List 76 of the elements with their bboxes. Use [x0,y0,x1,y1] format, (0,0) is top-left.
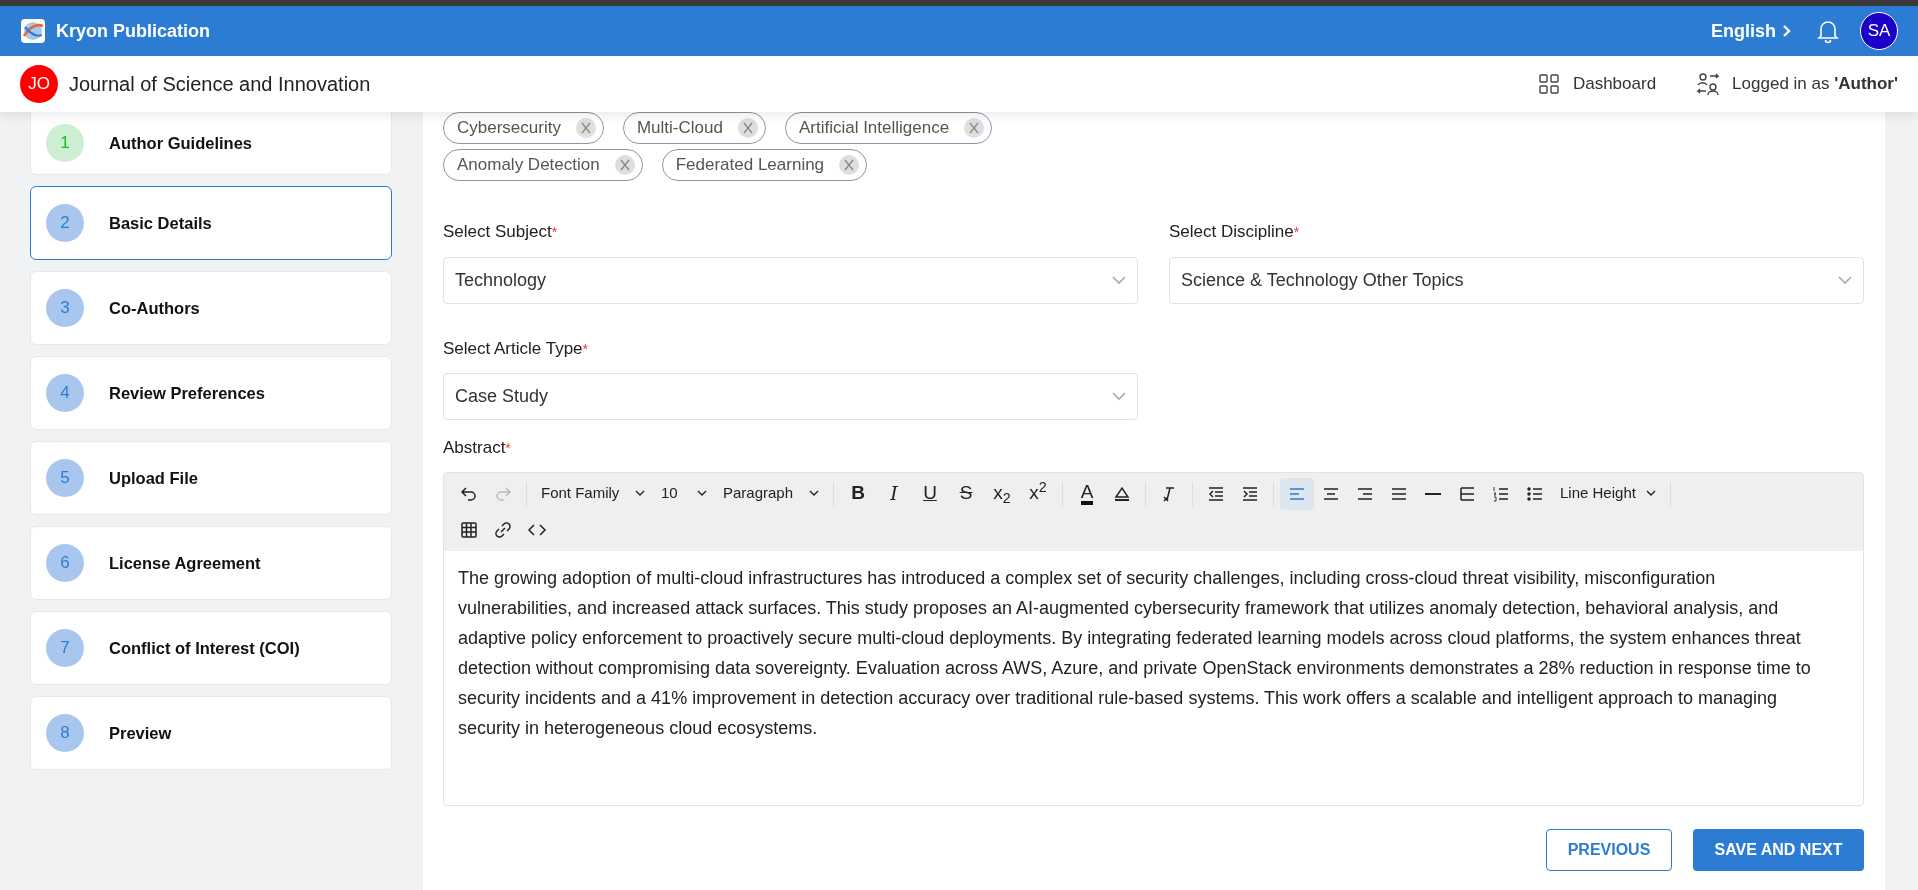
chevron-down-icon [1838,275,1852,285]
remove-tag-icon[interactable] [574,117,597,139]
font-family-dropdown[interactable]: Font Family [533,477,653,510]
user-avatar[interactable]: SA [1860,12,1898,50]
superscript-button[interactable]: x$^{2}$ [1020,477,1056,510]
step-label: Review Preferences [109,382,265,404]
step-card[interactable]: 3 Co-Authors [30,271,392,345]
step-card[interactable]: 8 Preview [30,696,392,770]
required-mark: * [551,223,558,242]
table-icon [459,519,479,540]
field-label: Select Subject [443,221,552,243]
field-label: Select Article Type [443,337,583,360]
horizontal-line-icon [1425,492,1441,495]
chevron-down-icon [809,490,819,497]
remove-tag-icon[interactable] [736,117,759,139]
font-size-dropdown[interactable]: 10 [653,477,715,510]
step-label: License Agreement [109,552,261,574]
step-card[interactable]: 6 License Agreement [30,526,392,600]
step-number: 2 [46,204,84,242]
save-and-next-button[interactable]: SAVE AND NEXT [1693,828,1864,871]
journal-title: Journal of Science and Innovation [69,72,371,97]
select-field[interactable]: Technology [443,256,1138,304]
remove-tag-icon[interactable] [838,154,861,176]
step-card[interactable]: 4 Review Preferences [30,356,392,430]
required-mark: * [582,339,588,359]
grid-icon [1538,74,1559,94]
previous-button[interactable]: PREVIOUS [1546,828,1672,871]
abstract-text[interactable]: The growing adoption of multi-cloud infrastructures has introduced a complex set of security challenges, including cross-cloud threat visibility, misconfiguration vulnerabilities, and increased attack surfaces. This study proposes an AI-augmented cybersecurity framework that utilizes anomaly detection, behavioral analysis, and adaptive policy enforcement to proactively secure multi-cloud deployments. By integrating federated learning models across cloud platforms, the system enhances threat detection without compromising data sovereignty. Evaluation across AWS, Azure, and private OpenStack environments demonstrates a 28% reduction in response time to security incidents and a 41% improvement in detection accuracy over traditional rule-based systems. This work offers a scalable and intelligent approach to managing security in heterogeneous cloud ecosystems. [444,550,1863,743]
step-number: 3 [46,289,84,327]
logo-icon [20,18,46,44]
app-title: Kryon Publication [56,19,210,43]
step-label: Upload File [109,467,198,489]
login-status: Logged in as 'Author' [1732,73,1898,96]
step-label: Co-Authors [109,297,200,319]
chevron-down-icon [697,490,707,497]
step-card[interactable]: 2 Basic Details [30,186,392,260]
strikethrough-button[interactable]: S [948,477,984,510]
step-label: Author Guidelines [109,132,252,154]
select-field[interactable]: Science & Technology Other Topics [1169,256,1864,304]
field-label: Abstract [443,437,506,459]
journal-badge: JO [20,65,58,103]
step-label: Basic Details [109,212,212,234]
underline-button[interactable]: U [912,477,948,510]
line-height-dropdown[interactable]: Line Height [1552,477,1664,510]
field-label: Select Discipline [1169,221,1294,243]
step-card[interactable]: 5 Upload File [30,441,392,515]
subscript-button[interactable]: x$_{2}$ [984,477,1020,510]
step-number: 4 [46,374,84,412]
link-icon [493,519,513,540]
step-card[interactable]: 7 Conflict of Interest (COI) [30,611,392,685]
italic-button[interactable]: I [876,477,912,510]
chevron-right-icon [1782,24,1792,38]
remove-tag-icon[interactable] [963,117,986,139]
chevron-down-icon [1112,275,1126,285]
step-number: 1 [46,124,84,162]
step-number: 6 [46,544,84,582]
select-field[interactable]: Case Study [443,373,1138,420]
step-number: 5 [46,459,84,497]
dashboard-link[interactable]: Dashboard [1538,71,1657,97]
chevron-down-icon [635,490,645,497]
notification-bell-icon[interactable] [1816,18,1840,44]
step-number: 7 [46,629,84,667]
bold-button[interactable]: B [840,477,876,510]
step-label: Preview [109,722,172,744]
chevron-down-icon [1646,490,1656,497]
remove-tag-icon[interactable] [613,154,636,176]
required-mark: * [505,439,511,458]
switch-user-icon [1696,72,1721,96]
step-number: 8 [46,714,84,752]
block-format-dropdown[interactable]: Paragraph [715,477,827,510]
step-card[interactable]: 1 Author Guidelines [30,112,392,175]
language-selector[interactable]: English [1711,17,1792,45]
chevron-down-icon [1112,392,1126,401]
text-color-button[interactable]: A [1069,477,1105,510]
required-mark: * [1293,223,1300,242]
step-label: Conflict of Interest (COI) [109,637,300,659]
